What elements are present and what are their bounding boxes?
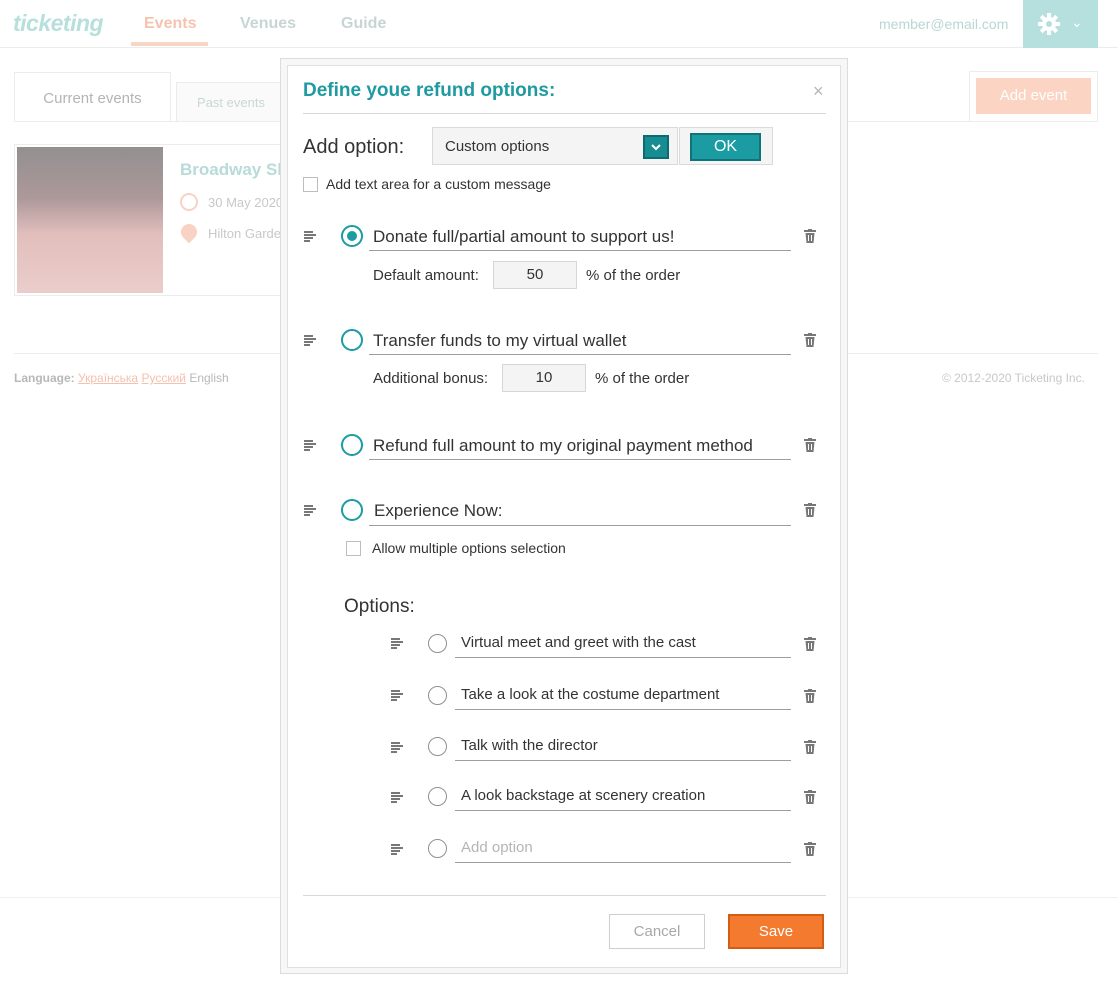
drag-handle-icon[interactable]: [304, 505, 316, 516]
trash-icon[interactable]: [804, 229, 816, 243]
trash-icon[interactable]: [804, 333, 816, 347]
allow-multiple-label: Allow multiple options selection: [372, 540, 566, 556]
event-title[interactable]: Broadway Sh: [180, 160, 288, 180]
tab-past-events[interactable]: Past events: [176, 82, 286, 122]
sub-option-underline: [455, 709, 791, 710]
clock-icon: [180, 193, 198, 211]
options-heading: Options:: [344, 596, 415, 617]
save-button[interactable]: Save: [728, 914, 824, 949]
user-email[interactable]: member@email.com: [879, 16, 1008, 32]
sub-option-label[interactable]: Talk with the director: [461, 737, 598, 754]
option-label-experience[interactable]: Experience Now:: [374, 501, 503, 521]
modal-footer-divider: [303, 895, 826, 896]
language-label: Language:: [14, 371, 75, 385]
language-russian[interactable]: Русский: [141, 371, 186, 385]
additional-bonus-suffix: % of the order: [595, 370, 690, 387]
modal-title: Define youe refund options:: [303, 80, 556, 101]
drag-handle-icon[interactable]: [391, 792, 403, 803]
sub-option-underline: [455, 810, 791, 811]
nav-guide[interactable]: Guide: [341, 15, 386, 33]
option-label-refund[interactable]: Refund full amount to my original paymen…: [373, 436, 753, 456]
add-option-input[interactable]: Add option: [461, 839, 533, 856]
add-option-label: Add option:: [303, 136, 405, 158]
option-label-donate[interactable]: Donate full/partial amount to support us…: [373, 227, 674, 247]
chevron-down-icon: ⌄: [1071, 14, 1083, 30]
option-radio-refund[interactable]: [341, 434, 363, 456]
allow-multiple-checkbox[interactable]: [346, 541, 361, 556]
default-amount-label: Default amount:: [373, 267, 479, 284]
event-date: 30 May 2020: [208, 195, 284, 210]
add-option-underline: [455, 862, 791, 863]
modal-title-divider: [303, 113, 826, 114]
nav-active-indicator: [131, 42, 208, 46]
option-radio-experience[interactable]: [341, 499, 363, 521]
language-english: English: [189, 371, 229, 385]
trash-icon[interactable]: [804, 740, 816, 754]
trash-icon[interactable]: [804, 637, 816, 651]
option-underline: [369, 354, 791, 355]
drag-handle-icon[interactable]: [391, 742, 403, 753]
nav-venues[interactable]: Venues: [240, 15, 296, 33]
sub-option-underline: [455, 760, 791, 761]
refund-options-modal: [287, 65, 841, 968]
option-label-wallet[interactable]: Transfer funds to my virtual wallet: [373, 331, 627, 351]
language-switcher: Language: Українська Русский English: [14, 371, 229, 385]
trash-icon[interactable]: [804, 438, 816, 452]
sub-option-label[interactable]: Virtual meet and greet with the cast: [461, 634, 696, 651]
custom-message-label: Add text area for a custom message: [326, 176, 551, 192]
sub-option-label[interactable]: A look backstage at scenery creation: [461, 787, 705, 804]
sub-option-underline: [455, 657, 791, 658]
tab-current-events[interactable]: Current events: [14, 72, 171, 122]
drag-handle-icon[interactable]: [391, 844, 403, 855]
drag-handle-icon[interactable]: [304, 231, 316, 242]
close-icon[interactable]: ×: [813, 81, 824, 102]
sub-option-radio[interactable]: [428, 634, 447, 653]
add-event-button[interactable]: Add event: [976, 78, 1091, 114]
drag-handle-icon[interactable]: [391, 690, 403, 701]
drag-handle-icon[interactable]: [304, 440, 316, 451]
default-amount-suffix: % of the order: [586, 267, 681, 284]
option-type-select-value[interactable]: Custom options: [445, 138, 549, 155]
option-radio-donate[interactable]: [341, 225, 363, 247]
chevron-down-icon[interactable]: [643, 135, 669, 159]
nav-events[interactable]: Events: [144, 15, 196, 33]
trash-icon[interactable]: [804, 842, 816, 856]
gear-icon: [1038, 13, 1060, 35]
settings-menu-button[interactable]: ⌄: [1023, 0, 1098, 48]
sub-option-radio[interactable]: [428, 737, 447, 756]
add-option-radio[interactable]: [428, 839, 447, 858]
option-underline: [369, 250, 791, 251]
drag-handle-icon[interactable]: [304, 335, 316, 346]
option-underline: [369, 459, 791, 460]
language-ukrainian[interactable]: Українська: [78, 371, 138, 385]
sub-option-radio[interactable]: [428, 787, 447, 806]
default-amount-input[interactable]: 50: [493, 261, 577, 289]
drag-handle-icon[interactable]: [391, 638, 403, 649]
app-logo[interactable]: ticketing: [13, 10, 104, 37]
top-bar: ticketing Events Venues Guide member@ema…: [0, 0, 1118, 48]
ok-button[interactable]: OK: [690, 133, 761, 161]
event-image[interactable]: [17, 147, 163, 293]
trash-icon[interactable]: [804, 689, 816, 703]
trash-icon[interactable]: [804, 790, 816, 804]
additional-bonus-label: Additional bonus:: [373, 370, 489, 387]
cancel-button[interactable]: Cancel: [609, 914, 705, 949]
custom-message-checkbox[interactable]: [303, 177, 318, 192]
event-place: Hilton Garde: [208, 226, 281, 241]
trash-icon[interactable]: [804, 503, 816, 517]
copyright: © 2012-2020 Ticketing Inc.: [942, 371, 1085, 385]
sub-option-label[interactable]: Take a look at the costume department: [461, 686, 719, 703]
sub-option-radio[interactable]: [428, 686, 447, 705]
additional-bonus-input[interactable]: 10: [502, 364, 586, 392]
option-radio-wallet[interactable]: [341, 329, 363, 351]
option-underline: [369, 525, 791, 526]
